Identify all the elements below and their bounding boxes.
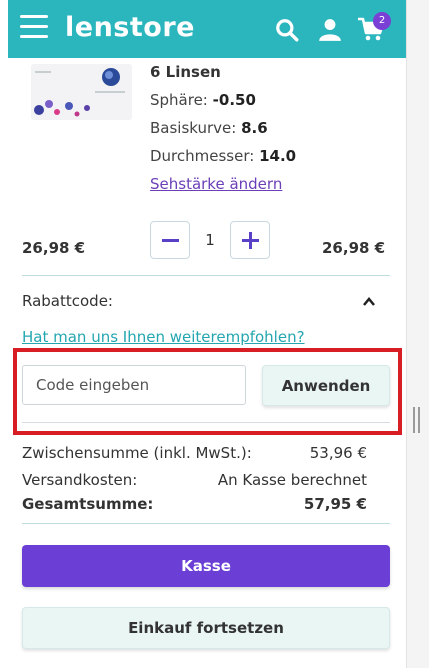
subtotal-label: Zwischensumme (inkl. MwSt.): — [22, 444, 252, 462]
user-icon[interactable] — [317, 17, 343, 43]
total-value: 57,95 € — [303, 495, 367, 513]
plus-icon-vertical — [249, 232, 252, 249]
divider — [22, 523, 390, 524]
referral-link[interactable]: Hat man uns Ihnen weiterempfohlen? — [22, 328, 305, 346]
unit-price: 26,98 € — [22, 239, 86, 257]
side-gutter — [406, 0, 429, 668]
decrease-quantity-button[interactable] — [150, 221, 190, 259]
total-label: Gesamtsumme: — [22, 495, 154, 513]
product-title: 6 Linsen — [150, 63, 221, 81]
chevron-up-icon[interactable] — [361, 294, 377, 308]
shipping-label: Versandkosten: — [22, 471, 138, 489]
menu-icon[interactable] — [20, 15, 48, 39]
change-prescription-link[interactable]: Sehstärke ändern — [150, 175, 282, 193]
site-header: lenstore 2 — [8, 0, 406, 58]
checkout-button[interactable]: Kasse — [22, 545, 390, 587]
coupon-label: Rabattcode: — [22, 292, 113, 310]
cart-page: lenstore 2 6 Linsen Sphäre: -0.50 Basisk… — [0, 0, 406, 668]
quantity-value: 1 — [205, 231, 215, 249]
divider — [22, 275, 390, 276]
spec-diameter: Durchmesser: 14.0 — [150, 147, 297, 165]
shipping-value: An Kasse berechnet — [217, 471, 367, 489]
spec-base-curve: Basiskurve: 8.6 — [150, 119, 268, 137]
continue-shopping-button[interactable]: Einkauf fortsetzen — [22, 607, 390, 649]
product-image — [31, 64, 132, 120]
resize-handle[interactable] — [413, 407, 421, 433]
minus-icon — [162, 239, 179, 242]
search-icon[interactable] — [274, 17, 300, 43]
line-total: 26,98 € — [322, 239, 386, 257]
cart-count-badge: 2 — [373, 12, 391, 30]
site-logo[interactable]: lenstore — [65, 12, 195, 43]
highlight-box — [13, 348, 402, 435]
spec-sphere: Sphäre: -0.50 — [150, 91, 256, 109]
increase-quantity-button[interactable] — [230, 221, 270, 259]
subtotal-value: 53,96 € — [309, 444, 367, 462]
